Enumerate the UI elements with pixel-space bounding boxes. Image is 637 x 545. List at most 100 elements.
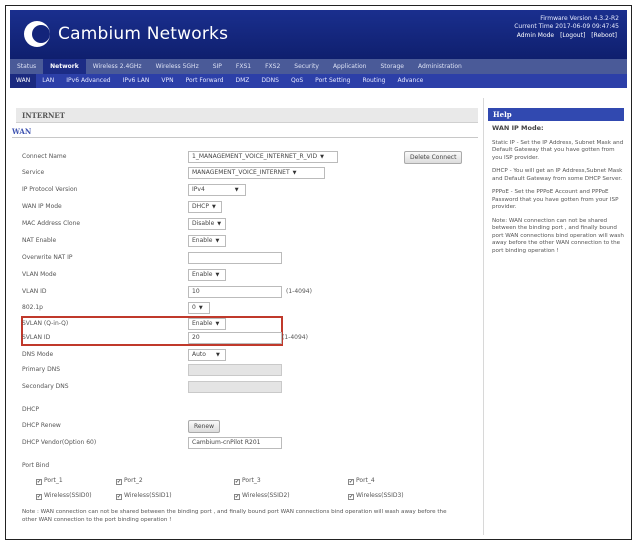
- chevron-down-icon: ▼: [215, 272, 220, 278]
- tab-wan[interactable]: WAN: [10, 74, 37, 88]
- ssid3-checkbox[interactable]: ✔ Wireless(SSID3): [348, 492, 404, 500]
- tab-vpn[interactable]: VPN: [155, 74, 179, 88]
- tab-port-forward[interactable]: Port Forward: [180, 74, 230, 88]
- nav-status[interactable]: Status: [10, 59, 43, 74]
- nat-enable-label: NAT Enable: [22, 237, 57, 244]
- vlan-id-row: VLAN ID 10 (1-4094): [22, 286, 462, 300]
- override-nat-label: Overwrite NAT IP: [22, 254, 73, 261]
- vlan-id-input[interactable]: 10: [188, 286, 282, 298]
- svlan-id-label: SVLAN ID: [22, 334, 51, 341]
- port-bind-heading: Port Bind: [22, 462, 50, 469]
- mac-clone-label: MAC Address Clone: [22, 220, 81, 227]
- checkbox-icon: ✔: [348, 494, 354, 500]
- primary-dns-input[interactable]: [188, 364, 282, 376]
- chevron-down-icon: ▼: [211, 204, 216, 210]
- port-4-checkbox[interactable]: ✔ Port_4: [348, 477, 375, 485]
- checkbox-icon: ✔: [36, 494, 42, 500]
- nav-administration[interactable]: Administration: [411, 59, 469, 74]
- vlan-id-label: VLAN ID: [22, 288, 47, 295]
- service-row: Service MANAGEMENT_VOICE_INTERNET ▼: [22, 167, 462, 181]
- chevron-down-icon: ▼: [198, 305, 203, 311]
- ip-protocol-row: IP Protocol Version IPv4 ▼: [22, 184, 462, 198]
- svlan-qinq-label: SVLAN (Q-in-Q): [22, 320, 69, 327]
- nav-wireless-24[interactable]: Wireless 2.4GHz: [86, 59, 149, 74]
- divider: [12, 137, 478, 138]
- nav-storage[interactable]: Storage: [373, 59, 410, 74]
- ip-protocol-select[interactable]: IPv4 ▼: [188, 184, 246, 196]
- reboot-button[interactable]: [Reboot]: [589, 32, 619, 40]
- tab-ipv6-lan[interactable]: IPv6 LAN: [117, 74, 156, 88]
- p8021-label: 802.1p: [22, 304, 43, 311]
- nav-sip[interactable]: SIP: [206, 59, 229, 74]
- chevron-down-icon: ▼: [292, 170, 297, 176]
- secondary-dns-input[interactable]: [188, 381, 282, 393]
- ip-protocol-label: IP Protocol Version: [22, 186, 78, 193]
- help-note: Note: WAN connection can not be shared b…: [492, 217, 624, 254]
- current-time: Current Time 2017-06-09 09:47:45: [514, 23, 619, 30]
- tab-dmz[interactable]: DMZ: [230, 74, 256, 88]
- wan-ip-mode-select[interactable]: DHCP ▼: [188, 201, 222, 213]
- connect-name-select[interactable]: 1_MANAGEMENT_VOICE_INTERNET_R_VID ▼: [188, 151, 338, 163]
- help-static: Static IP - Set the IP Address, Subnet M…: [492, 139, 624, 161]
- svlan-qinq-select[interactable]: Enable ▼: [188, 318, 226, 330]
- svlan-id-hint: (1-4094): [282, 334, 308, 341]
- checkbox-icon: ✔: [234, 479, 240, 485]
- help-pppoe: PPPoE - Set the PPPoE Account and PPPoE …: [492, 189, 619, 210]
- dns-mode-label: DNS Mode: [22, 351, 54, 358]
- vlan-mode-select[interactable]: Enable ▼: [188, 269, 226, 281]
- help-panel: Help WAN IP Mode: Static IP - Set the IP…: [483, 98, 627, 535]
- checkbox-icon: ✔: [348, 479, 354, 485]
- chevron-down-icon: ▼: [217, 221, 222, 227]
- svlan-id-input[interactable]: 20: [188, 332, 282, 344]
- tab-lan[interactable]: LAN: [36, 74, 60, 88]
- override-nat-input[interactable]: [188, 252, 282, 264]
- service-label: Service: [22, 169, 45, 176]
- tab-qos[interactable]: QoS: [285, 74, 309, 88]
- logout-button[interactable]: [Logout]: [558, 32, 587, 40]
- firmware-version: Firmware Version 4.3.2-R2: [540, 15, 619, 22]
- tab-ipv6-advanced[interactable]: IPv6 Advanced: [60, 74, 116, 88]
- tab-port-setting[interactable]: Port Setting: [309, 74, 356, 88]
- header-info: Firmware Version 4.3.2-R2 Current Time 2…: [514, 15, 619, 40]
- dhcp-vendor-input[interactable]: Cambium-cnPilot R201: [188, 437, 282, 449]
- port-2-checkbox[interactable]: ✔ Port_2: [116, 477, 143, 485]
- ssid1-checkbox[interactable]: ✔ Wireless(SSID1): [116, 492, 172, 500]
- checkbox-icon: ✔: [116, 494, 122, 500]
- connect-name-row: Connect Name 1_MANAGEMENT_VOICE_INTERNET…: [22, 151, 463, 165]
- nav-network[interactable]: Network: [43, 59, 86, 74]
- svlan-id-row: SVLAN ID 20 (1-4094): [22, 332, 462, 346]
- chevron-down-icon: ▼: [215, 352, 220, 358]
- mac-clone-select[interactable]: Disable ▼: [188, 218, 226, 230]
- tab-routing[interactable]: Routing: [356, 74, 391, 88]
- service-select[interactable]: MANAGEMENT_VOICE_INTERNET ▼: [188, 167, 325, 179]
- port-3-checkbox[interactable]: ✔ Port_3: [234, 477, 261, 485]
- tab-ddns[interactable]: DDNS: [255, 74, 285, 88]
- renew-button[interactable]: Renew: [188, 420, 220, 433]
- port-bind-note: Note : WAN connection can not be shared …: [22, 509, 447, 523]
- nav-security[interactable]: Security: [287, 59, 326, 74]
- vlan-id-hint: (1-4094): [286, 288, 312, 295]
- checkbox-icon: ✔: [116, 479, 122, 485]
- ssid2-checkbox[interactable]: ✔ Wireless(SSID2): [234, 492, 290, 500]
- ssid0-checkbox[interactable]: ✔ Wireless(SSID0): [36, 492, 92, 500]
- chevron-down-icon: ▼: [234, 187, 239, 193]
- tab-advance[interactable]: Advance: [391, 74, 429, 88]
- help-body: WAN IP Mode: Static IP - Set the IP Addr…: [492, 124, 624, 261]
- nav-fxs2[interactable]: FXS2: [258, 59, 287, 74]
- nav-application[interactable]: Application: [326, 59, 374, 74]
- nav-fxs1[interactable]: FXS1: [229, 59, 258, 74]
- cambium-logo-icon: [24, 21, 50, 47]
- nav-wireless-5[interactable]: Wireless 5GHz: [149, 59, 206, 74]
- header-bar: Cambium Networks Firmware Version 4.3.2-…: [10, 10, 627, 59]
- delete-connect-button[interactable]: Delete Connect: [404, 151, 463, 164]
- vlan-mode-row: VLAN Mode Enable ▼: [22, 269, 462, 283]
- secondary-dns-label: Secondary DNS: [22, 383, 69, 390]
- nat-enable-select[interactable]: Enable ▼: [188, 235, 226, 247]
- dhcp-renew-row: DHCP Renew Renew: [22, 420, 462, 434]
- p8021-select[interactable]: 0 ▼: [188, 302, 210, 314]
- dhcp-heading: DHCP: [22, 406, 39, 413]
- override-nat-row: Overwrite NAT IP: [22, 252, 462, 266]
- dns-mode-select[interactable]: Auto ▼: [188, 349, 226, 361]
- sub-nav: WAN LAN IPv6 Advanced IPv6 LAN VPN Port Forwa…: [10, 74, 627, 88]
- port-1-checkbox[interactable]: ✔ Port_1: [36, 477, 63, 485]
